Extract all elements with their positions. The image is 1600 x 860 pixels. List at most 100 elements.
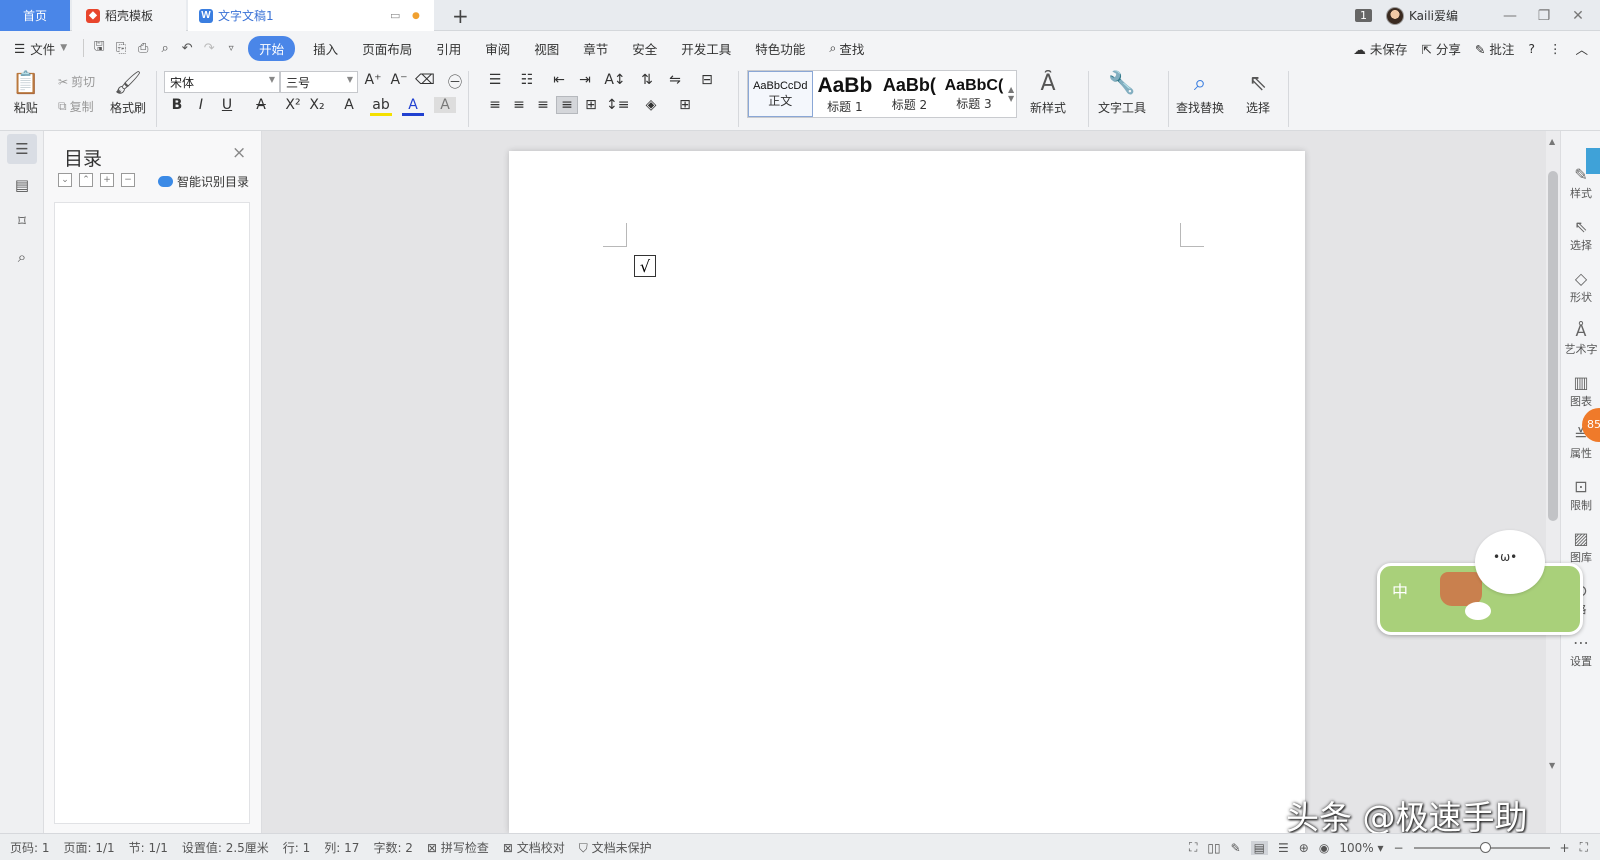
- tab-start[interactable]: 开始: [248, 35, 296, 61]
- share-button[interactable]: ⇱ 分享: [1421, 39, 1460, 58]
- document-page[interactable]: √: [509, 151, 1305, 833]
- rp-settings[interactable]: ⋯ 设置: [1561, 633, 1600, 669]
- status-word-count[interactable]: 字数: 2: [366, 839, 420, 856]
- expand-icon[interactable]: ⌄: [58, 173, 72, 187]
- font-size-select[interactable]: 三号 ▼: [280, 71, 358, 93]
- zoom-in-icon[interactable]: +: [1560, 841, 1570, 855]
- show-hide-marks-icon[interactable]: ⇋: [664, 72, 686, 88]
- user-account[interactable]: Kaili爱编: [1385, 6, 1458, 25]
- line-spacing-icon[interactable]: ↕≡: [606, 97, 629, 113]
- text-tools-button[interactable]: 🔧 文字工具: [1098, 69, 1146, 116]
- fit-window-icon[interactable]: ⛶: [1580, 840, 1588, 855]
- tab-insert[interactable]: 插入: [301, 39, 350, 58]
- font-name-select[interactable]: 宋体 ▼: [164, 71, 280, 93]
- print-preview-icon[interactable]: ⌕: [154, 41, 176, 56]
- rp-shape[interactable]: ◇ 形状: [1561, 269, 1600, 305]
- bullet-list-icon[interactable]: ☰: [484, 72, 506, 88]
- ime-skin-widget[interactable]: 中 •ω•: [1377, 530, 1583, 635]
- file-menu[interactable]: ☰ 文件 ▼: [0, 39, 79, 58]
- status-setting[interactable]: 设置值: 2.5厘米: [175, 839, 276, 856]
- scroll-down-icon[interactable]: ▼: [1549, 761, 1555, 770]
- more-button[interactable]: ⋮: [1549, 41, 1562, 56]
- select-button[interactable]: ⇖ 选择: [1246, 69, 1270, 116]
- web-view-icon[interactable]: ⊕: [1299, 841, 1309, 855]
- side-tip-icon[interactable]: [1586, 148, 1600, 174]
- shading-icon[interactable]: ◈: [640, 97, 662, 113]
- undo-icon[interactable]: ↶: [176, 41, 198, 56]
- search-command[interactable]: ⌕ 查找: [817, 39, 876, 58]
- doc-protect-button[interactable]: ⛉ 文档未保护: [572, 839, 659, 856]
- bookmark-icon[interactable]: ⌑: [7, 206, 37, 236]
- cut-button[interactable]: ✂ 剪切: [58, 73, 95, 90]
- paste-button[interactable]: 📋 粘贴: [12, 69, 39, 116]
- tab-developer[interactable]: 开发工具: [669, 39, 743, 58]
- text-box-icon[interactable]: ⊟: [696, 72, 718, 88]
- tab-chapter[interactable]: 章节: [571, 39, 620, 58]
- new-tab-button[interactable]: +: [452, 4, 469, 28]
- italic-icon[interactable]: I: [190, 97, 212, 113]
- justify-icon[interactable]: ≡: [556, 96, 578, 114]
- tab-references[interactable]: 引用: [424, 39, 473, 58]
- status-col[interactable]: 列: 17: [317, 839, 366, 856]
- chinese-layout-icon[interactable]: A↕: [604, 72, 626, 88]
- collapse-ribbon-button[interactable]: ︿: [1575, 39, 1588, 58]
- zoom-slider[interactable]: [1413, 841, 1550, 853]
- comment-button[interactable]: ✎ 批注: [1475, 39, 1514, 58]
- redo-icon[interactable]: ↷: [198, 41, 220, 56]
- minimize-button[interactable]: —: [1500, 8, 1520, 24]
- rp-chart[interactable]: ▥ 图表: [1561, 373, 1600, 409]
- char-shading-icon[interactable]: A: [434, 97, 456, 113]
- toc-list[interactable]: [54, 202, 250, 824]
- style-heading-3[interactable]: AaBbC( 标题 3: [942, 71, 1007, 117]
- monitor-icon[interactable]: ▭: [390, 9, 400, 22]
- zoom-knob[interactable]: [1479, 841, 1491, 853]
- smart-toc-button[interactable]: 智能识别目录: [158, 173, 249, 190]
- new-style-button[interactable]: Ȃ 新样式: [1030, 69, 1066, 116]
- spell-check-button[interactable]: ⊠ 拼写检查: [420, 839, 496, 856]
- customize-toolbar-icon[interactable]: ▿: [220, 43, 242, 54]
- checkbox-symbol[interactable]: √: [634, 255, 656, 277]
- vertical-scrollbar[interactable]: ▲ ▼: [1546, 131, 1560, 833]
- ime-mode-label[interactable]: 中: [1392, 578, 1408, 602]
- tab-view[interactable]: 视图: [522, 39, 571, 58]
- zoom-select[interactable]: 100% ▾: [1339, 841, 1383, 855]
- page-view-icon[interactable]: ▤: [1250, 840, 1268, 855]
- tab-page-layout[interactable]: 页面布局: [350, 39, 424, 58]
- clear-format-icon[interactable]: ⌫: [414, 72, 436, 88]
- increase-indent-icon[interactable]: ⇥: [574, 72, 596, 88]
- distribute-icon[interactable]: ⊞: [580, 97, 602, 113]
- align-right-icon[interactable]: ≡: [532, 97, 554, 113]
- tab-review[interactable]: 审阅: [473, 39, 522, 58]
- status-page[interactable]: 页面: 1/1: [57, 839, 122, 856]
- style-scroll-arrows-icon[interactable]: ▲ ▼: [1006, 71, 1016, 117]
- doc-proof-button[interactable]: ⊠ 文档校对: [496, 839, 572, 856]
- collapse-icon[interactable]: ⌃: [79, 173, 93, 187]
- tab-special-features[interactable]: 特色功能: [743, 39, 817, 58]
- align-left-icon[interactable]: ≡: [484, 97, 506, 113]
- write-mode-icon[interactable]: ✎: [1231, 841, 1241, 855]
- scroll-thumb[interactable]: [1548, 171, 1558, 521]
- underline-icon[interactable]: U: [216, 97, 238, 113]
- text-effect-icon[interactable]: A: [338, 97, 360, 113]
- sort-icon[interactable]: ⇅: [636, 72, 658, 88]
- print-icon[interactable]: ⎙: [132, 41, 154, 56]
- copy-button[interactable]: ⧉ 复制: [58, 98, 94, 115]
- find-nav-icon[interactable]: ⌕: [7, 242, 37, 272]
- scroll-up-icon[interactable]: ▲: [1549, 137, 1555, 146]
- status-page-code[interactable]: 页码: 1: [0, 839, 57, 856]
- shrink-font-icon[interactable]: A⁻: [388, 72, 410, 88]
- bold-icon[interactable]: B: [166, 97, 188, 113]
- format-painter-button[interactable]: 🖌 格式刷: [110, 69, 146, 116]
- add-icon[interactable]: +: [100, 173, 114, 187]
- toc-nav-icon[interactable]: ☰: [7, 134, 37, 164]
- zoom-out-icon[interactable]: −: [1393, 841, 1403, 855]
- window-count-badge[interactable]: 1: [1354, 9, 1372, 22]
- style-heading-2[interactable]: AaBb( 标题 2: [877, 71, 942, 117]
- reading-mode-icon[interactable]: ▯▯: [1207, 841, 1220, 855]
- strikethrough-icon[interactable]: A: [250, 97, 272, 113]
- status-section[interactable]: 节: 1/1: [122, 839, 175, 856]
- style-heading-1[interactable]: AaBb 标题 1: [813, 71, 878, 117]
- restore-button[interactable]: ❐: [1534, 8, 1554, 24]
- numbered-list-icon[interactable]: ☷: [516, 72, 538, 88]
- tab-template[interactable]: ◆ 稻壳模板: [72, 0, 186, 31]
